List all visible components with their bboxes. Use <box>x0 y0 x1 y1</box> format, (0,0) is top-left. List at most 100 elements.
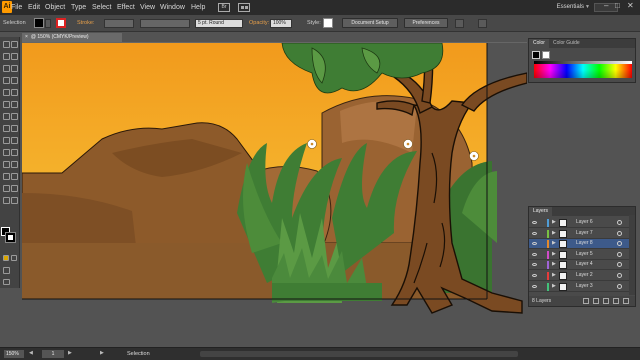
chevron-down-icon[interactable]: ▼ <box>585 4 590 10</box>
pen-tool-icon[interactable] <box>3 65 10 72</box>
visibility-eye-icon[interactable] <box>532 221 537 224</box>
shape-builder-tool-icon[interactable] <box>3 137 10 144</box>
artwork[interactable] <box>22 43 527 347</box>
stroke-swatch[interactable] <box>56 18 66 28</box>
expand-triangle-icon[interactable]: ▶ <box>552 229 556 238</box>
layer-name[interactable]: Layer 4 <box>576 260 593 269</box>
eraser-tool-icon[interactable] <box>11 101 18 108</box>
arrange-documents-icon[interactable] <box>238 3 250 12</box>
menu-view[interactable]: View <box>140 2 155 13</box>
stroke-color-icon[interactable] <box>5 232 16 243</box>
mesh-tool-icon[interactable] <box>3 149 10 156</box>
visibility-eye-icon[interactable] <box>532 252 537 256</box>
close-button[interactable]: ✕ <box>627 1 634 10</box>
layer-row[interactable]: ▶ Layer 6 <box>529 218 635 228</box>
target-circle-icon[interactable] <box>617 241 622 247</box>
menu-file[interactable]: File <box>11 2 22 13</box>
lasso-tool-icon[interactable] <box>11 53 18 60</box>
menu-edit[interactable]: Edit <box>28 2 40 13</box>
drawing-mode-icon[interactable] <box>3 267 10 274</box>
menu-object[interactable]: Object <box>45 2 65 13</box>
trash-icon[interactable] <box>623 298 629 304</box>
workspace-switcher[interactable]: Essentials <box>557 2 584 13</box>
clipping-mask-icon[interactable] <box>593 298 599 304</box>
first-artboard-icon[interactable]: ◀ <box>29 350 33 356</box>
target-circle-icon[interactable] <box>617 283 622 289</box>
pencil-tool-icon[interactable] <box>11 89 18 96</box>
fill-color-icon[interactable] <box>532 51 540 59</box>
layer-name[interactable]: Layer 3 <box>576 282 593 291</box>
document-tab[interactable]: × @ 150% (CMYK/Preview) <box>22 33 122 42</box>
visibility-eye-icon[interactable] <box>532 242 537 246</box>
fill-dropdown-icon[interactable] <box>45 19 51 28</box>
type-tool-icon[interactable] <box>11 65 18 72</box>
menu-window[interactable]: Window <box>160 2 185 13</box>
layer-row[interactable]: ▶ Layer 3 <box>529 282 635 292</box>
horizontal-scrollbar[interactable] <box>200 351 518 357</box>
layer-row[interactable]: ▶ Layer 7 <box>529 229 635 239</box>
maximize-button[interactable]: □ <box>615 1 620 10</box>
tab-color[interactable]: Color <box>529 39 549 48</box>
layer-name[interactable]: Layer 2 <box>576 271 593 280</box>
eyedropper-tool-icon[interactable] <box>3 161 10 168</box>
screen-mode-icon[interactable] <box>3 279 10 285</box>
opacity-field[interactable]: 100% <box>270 19 292 28</box>
target-circle-icon[interactable] <box>617 273 622 278</box>
minimize-button[interactable]: – <box>604 1 608 10</box>
symbol-sprayer-tool-icon[interactable] <box>3 173 10 180</box>
fill-swatch[interactable] <box>34 18 44 28</box>
stroke-label[interactable]: Stroke: <box>77 20 94 26</box>
layer-row[interactable]: ▶ Layer 4 <box>529 260 635 271</box>
visibility-eye-icon[interactable] <box>532 284 537 288</box>
color-mode-icon[interactable] <box>3 255 9 261</box>
opacity-label[interactable]: Opacity: <box>249 20 269 26</box>
canvas[interactable] <box>22 43 527 347</box>
expand-triangle-icon[interactable]: ▶ <box>552 218 556 227</box>
scale-tool-icon[interactable] <box>11 113 18 120</box>
menu-effect[interactable]: Effect <box>117 2 135 13</box>
rectangle-tool-icon[interactable] <box>11 77 18 84</box>
layer-name[interactable]: Layer 5 <box>576 250 593 259</box>
stroke-color-icon[interactable] <box>542 51 550 59</box>
variable-width-profile[interactable] <box>140 19 190 28</box>
status-menu-icon[interactable]: ▶ <box>100 350 104 356</box>
hand-tool-icon[interactable] <box>3 197 10 204</box>
zoom-field[interactable]: 150% <box>4 350 24 358</box>
next-artboard-icon[interactable]: ▶ <box>68 350 72 356</box>
graphic-style-swatch[interactable] <box>323 18 333 28</box>
visibility-eye-icon[interactable] <box>532 263 537 267</box>
tab-layers[interactable]: Layers <box>529 207 553 216</box>
free-transform-tool-icon[interactable] <box>11 125 18 132</box>
layer-row[interactable]: ▶ Layer 5 <box>529 250 635 260</box>
expand-triangle-icon[interactable]: ▶ <box>552 282 556 291</box>
width-tool-icon[interactable] <box>3 125 10 132</box>
align-icon[interactable] <box>455 19 464 28</box>
selection-tool-icon[interactable] <box>3 41 10 48</box>
menu-type[interactable]: Type <box>71 2 86 13</box>
zoom-tool-icon[interactable] <box>11 197 18 204</box>
target-circle-icon[interactable] <box>617 262 622 268</box>
tab-color-guide[interactable]: Color Guide <box>549 39 584 48</box>
none-mode-icon[interactable] <box>11 255 17 261</box>
brush-definition-select[interactable]: 5 pt. Round <box>195 19 243 28</box>
expand-triangle-icon[interactable]: ▶ <box>552 250 556 259</box>
layer-name[interactable]: Layer 6 <box>576 218 593 227</box>
document-setup-button[interactable]: Document Setup <box>342 18 398 28</box>
new-layer-icon[interactable] <box>613 298 619 304</box>
artboard-number-field[interactable]: 1 <box>42 350 64 358</box>
magic-wand-tool-icon[interactable] <box>3 53 10 60</box>
new-sublayer-icon[interactable] <box>603 298 609 304</box>
rotate-tool-icon[interactable] <box>3 113 10 120</box>
target-circle-icon[interactable] <box>617 251 622 257</box>
panel-menu-icon[interactable] <box>478 19 487 28</box>
blob-brush-tool-icon[interactable] <box>3 101 10 108</box>
target-circle-icon[interactable] <box>617 230 622 236</box>
line-tool-icon[interactable] <box>3 77 10 84</box>
layer-name[interactable]: Layer 7 <box>576 229 593 238</box>
layer-row[interactable]: ▶ Layer 8 <box>529 239 635 250</box>
close-icon[interactable]: × <box>25 34 28 40</box>
layer-name[interactable]: Layer 8 <box>576 239 593 248</box>
expand-triangle-icon[interactable]: ▶ <box>552 260 556 269</box>
visibility-eye-icon[interactable] <box>532 274 537 277</box>
menu-help[interactable]: Help <box>191 2 205 13</box>
